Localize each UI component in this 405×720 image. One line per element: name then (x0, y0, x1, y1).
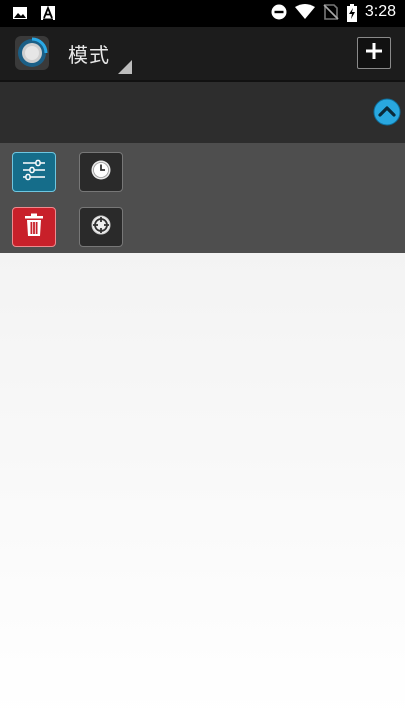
locate-button[interactable] (79, 207, 123, 247)
screen: 3:28 模式 (0, 0, 405, 720)
text-a-icon (40, 5, 56, 21)
status-left (12, 5, 56, 21)
add-button[interactable] (357, 37, 391, 69)
delete-button[interactable] (12, 207, 56, 247)
app-bar: 模式 (0, 27, 405, 82)
timer-button[interactable] (79, 152, 123, 192)
status-bar: 3:28 (0, 0, 405, 27)
collapse-strip (0, 82, 405, 144)
clock-icon (90, 159, 112, 185)
equalizer-button[interactable] (12, 152, 56, 192)
page-title: 模式 (68, 43, 110, 67)
sliders-icon (21, 158, 47, 186)
content-area (0, 253, 405, 720)
battery-charging-icon (346, 4, 357, 22)
mode-spinner[interactable]: 模式 (68, 37, 134, 75)
tool-panel (0, 143, 405, 253)
knob-logo-icon[interactable] (15, 36, 49, 70)
plus-icon (366, 43, 382, 63)
do-not-disturb-icon (271, 4, 287, 20)
status-time: 3:28 (364, 3, 396, 20)
status-right: 3:28 (271, 3, 396, 22)
crosshair-icon (90, 214, 112, 240)
wifi-icon (294, 4, 315, 20)
collapse-button[interactable] (373, 98, 401, 126)
image-icon (12, 5, 28, 21)
chevron-up-icon (373, 98, 401, 126)
no-sim-icon (323, 4, 339, 20)
spinner-arrow-icon (118, 59, 132, 74)
trash-icon (23, 213, 45, 241)
